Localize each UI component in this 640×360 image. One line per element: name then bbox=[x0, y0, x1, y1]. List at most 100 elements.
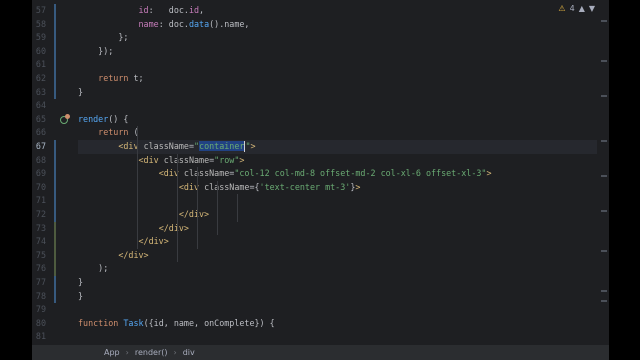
line-number[interactable]: 79 bbox=[32, 303, 46, 317]
code-area[interactable]: id: doc.id, name: doc.data().name, }; })… bbox=[78, 0, 597, 345]
next-highlight-icon[interactable]: ▼ bbox=[589, 4, 595, 13]
scrollbar-marker[interactable] bbox=[601, 95, 607, 97]
line-number[interactable]: 63 bbox=[32, 86, 46, 100]
code-token: 'text-center mt-3' bbox=[259, 181, 351, 192]
code-token: <div bbox=[118, 141, 144, 151]
code-line[interactable]: </div> bbox=[78, 208, 209, 222]
code-line[interactable]: ); bbox=[78, 262, 108, 276]
line-number[interactable]: 58 bbox=[32, 18, 46, 32]
code-line[interactable]: } bbox=[78, 86, 83, 100]
scrollbar-marker[interactable] bbox=[601, 290, 607, 292]
code-token: > bbox=[250, 141, 256, 151]
inspection-widget[interactable]: ⚠ 4 ▲ ▼ bbox=[558, 4, 595, 13]
vcs-change-marker[interactable] bbox=[54, 58, 56, 100]
line-number[interactable]: 61 bbox=[32, 58, 46, 72]
scrollbar-marker[interactable] bbox=[601, 300, 607, 302]
line-number[interactable]: 68 bbox=[32, 154, 46, 168]
code-token: > bbox=[239, 154, 245, 165]
code-token: return bbox=[98, 73, 129, 83]
code-token: </div> bbox=[158, 222, 189, 233]
scrollbar-marker[interactable] bbox=[601, 140, 607, 142]
line-number[interactable]: 67 bbox=[32, 140, 46, 154]
code-line[interactable]: } bbox=[78, 276, 83, 290]
vcs-change-marker[interactable] bbox=[54, 4, 56, 59]
code-token: ); bbox=[98, 263, 109, 274]
code-line[interactable]: <div className={'text-center mt-3'}> bbox=[78, 181, 361, 195]
code-line[interactable]: name: doc.data().name, bbox=[78, 18, 250, 32]
code-token: .name, bbox=[219, 18, 250, 29]
code-line[interactable]: }); bbox=[78, 45, 113, 59]
code-line[interactable]: </div> bbox=[78, 249, 149, 263]
warning-triangle-icon: ⚠ bbox=[558, 4, 566, 13]
indent-guide bbox=[217, 180, 218, 236]
line-number[interactable]: 75 bbox=[32, 249, 46, 263]
vcs-change-marker[interactable] bbox=[54, 276, 56, 304]
scrollbar-marker[interactable] bbox=[601, 60, 607, 62]
line-number[interactable]: 71 bbox=[32, 194, 46, 208]
line-number[interactable]: 74 bbox=[32, 235, 46, 249]
line-number[interactable]: 78 bbox=[32, 290, 46, 304]
vcs-change-marker[interactable] bbox=[54, 140, 56, 222]
line-number[interactable]: 81 bbox=[32, 330, 46, 344]
indent-guide bbox=[197, 167, 198, 249]
scrollbar-marker[interactable] bbox=[601, 175, 607, 177]
line-number[interactable]: 64 bbox=[32, 99, 46, 113]
line-number[interactable]: 59 bbox=[32, 31, 46, 45]
code-line[interactable]: return t; bbox=[78, 72, 143, 86]
line-number[interactable]: 65 bbox=[32, 113, 46, 127]
code-line[interactable]: </div> bbox=[78, 222, 189, 236]
breadcrumb-render[interactable]: render() bbox=[129, 348, 174, 357]
code-token: id bbox=[138, 5, 149, 15]
line-number[interactable]: 76 bbox=[32, 262, 46, 276]
line-number[interactable]: 80 bbox=[32, 317, 46, 331]
code-token: id bbox=[188, 5, 200, 15]
breadcrumb-div[interactable]: div bbox=[177, 348, 201, 357]
code-token: </div> bbox=[138, 236, 169, 247]
line-number[interactable]: 70 bbox=[32, 181, 46, 195]
code-token: : doc. bbox=[158, 18, 189, 29]
line-number[interactable]: 57 bbox=[32, 4, 46, 18]
line-gutter: 57 58 59 60 61 62 63 64 65 66 67 68 69 70 71 72 73 74 75 76… bbox=[32, 0, 76, 345]
vcs-change-marker[interactable] bbox=[54, 221, 56, 276]
code-token: </div> bbox=[178, 209, 210, 219]
line-number[interactable]: 72 bbox=[32, 208, 46, 222]
code-token: }; bbox=[118, 32, 129, 43]
code-token: className bbox=[163, 154, 210, 165]
code-token: </div> bbox=[118, 249, 149, 260]
line-number[interactable]: 60 bbox=[32, 45, 46, 59]
breadcrumb-app[interactable]: App bbox=[98, 348, 126, 357]
code-line[interactable]: id: doc.id, bbox=[78, 4, 205, 18]
code-line[interactable]: <div className="container"> bbox=[78, 140, 256, 154]
code-token: , bbox=[199, 5, 205, 15]
scrollbar-marker[interactable] bbox=[601, 20, 607, 22]
code-line[interactable]: <div className="row"> bbox=[78, 154, 245, 168]
code-line[interactable]: </div> bbox=[78, 235, 169, 249]
code-line[interactable]: }; bbox=[78, 31, 128, 45]
line-number[interactable]: 66 bbox=[32, 126, 46, 140]
code-token: }); bbox=[98, 45, 114, 56]
previous-highlight-icon[interactable]: ▲ bbox=[579, 4, 585, 13]
line-number[interactable]: 62 bbox=[32, 72, 46, 86]
code-line[interactable]: } bbox=[78, 290, 83, 304]
code-token: return bbox=[98, 127, 129, 138]
line-number[interactable]: 77 bbox=[32, 276, 46, 290]
editor-scrollbar[interactable] bbox=[597, 0, 609, 345]
code-editor[interactable]: 57 58 59 60 61 62 63 64 65 66 67 68 69 70 71 72 73 74 75 76… bbox=[32, 0, 609, 345]
scrollbar-marker[interactable] bbox=[601, 210, 607, 212]
scrollbar-marker[interactable] bbox=[601, 250, 607, 252]
code-line[interactable]: return ( bbox=[78, 126, 138, 140]
line-number[interactable]: 69 bbox=[32, 167, 46, 181]
line-number[interactable]: 73 bbox=[32, 222, 46, 236]
code-token: "col-12 col-md-8 offset-md-2 col-xl-6 of… bbox=[234, 168, 487, 179]
code-line[interactable]: <div className="col-12 col-md-8 offset-m… bbox=[78, 167, 492, 181]
code-token: <div bbox=[138, 154, 164, 165]
code-line[interactable]: render() { bbox=[78, 113, 128, 127]
code-token: data bbox=[188, 18, 210, 29]
code-line[interactable]: function Task({id, name, onComplete}) { bbox=[78, 317, 275, 331]
